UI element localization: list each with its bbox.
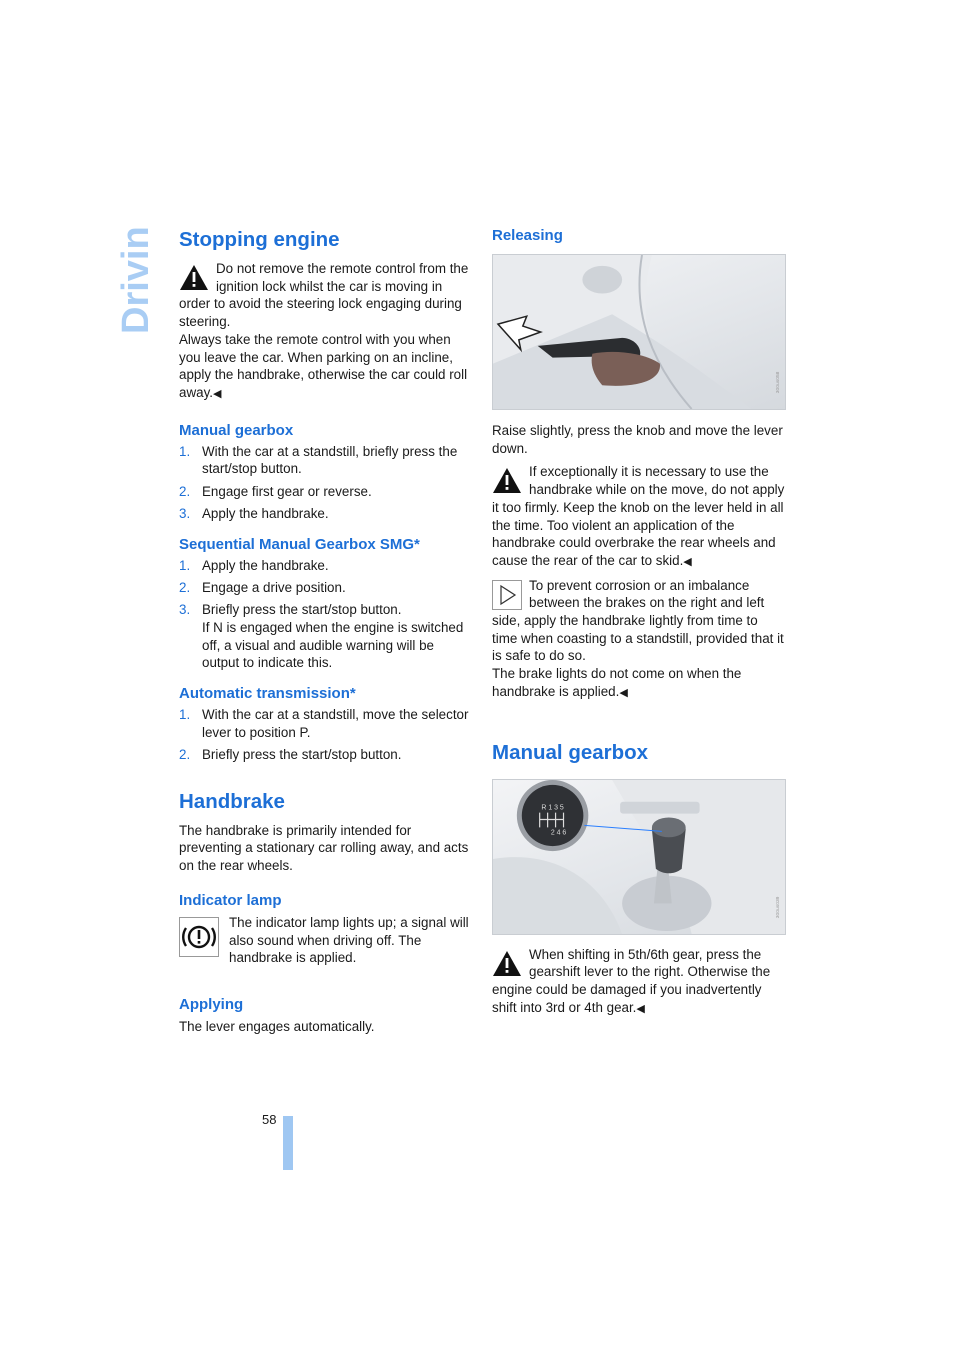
list-item: 1. Apply the handbrake. bbox=[179, 557, 329, 573]
heading-stopping-engine: Stopping engine bbox=[179, 228, 340, 251]
warning-note-remote: Do not remove the remote control from th… bbox=[179, 260, 471, 404]
warning-note-gearshift: When shifting in 5th/6th gear, press the… bbox=[492, 946, 786, 1019]
list-item: 2. Engage a drive position. bbox=[179, 579, 346, 595]
chapter-tab-label: Driving bbox=[115, 228, 156, 334]
heading-applying: Applying bbox=[179, 995, 244, 1013]
warning-triangle-icon bbox=[492, 466, 522, 497]
heading-manual-gearbox-right: Manual gearbox bbox=[492, 740, 649, 764]
note-text: To prevent corrosion or an imbalance bet… bbox=[492, 577, 784, 664]
indicator-lamp-note: The indicator lamp lights up; a signal w… bbox=[179, 914, 471, 967]
warning-note-handbrake: If exceptionally it is necessary to use … bbox=[492, 463, 786, 571]
note-text-cont: The brake lights do not come on when the… bbox=[492, 666, 742, 699]
list-item: 2. Engage first gear or reverse. bbox=[179, 483, 372, 499]
indicator-lamp-text: The indicator lamp lights up; a signal w… bbox=[229, 914, 469, 966]
warning-triangle-icon bbox=[179, 263, 209, 293]
right-column: Releasing 300us058 Raise slightly, press… bbox=[492, 226, 786, 1018]
svg-text:300us058: 300us058 bbox=[775, 371, 781, 393]
shift-pattern-bottom: 2 4 6 bbox=[551, 829, 567, 836]
list-item: 3. Apply the handbrake. bbox=[179, 505, 329, 521]
list-item: 3. Briefly press the start/stop button. If… bbox=[179, 602, 464, 671]
warning-text-cont: Always take the remote control with you … bbox=[179, 331, 468, 400]
heading-smg: Sequential Manual Gearbox SMG* bbox=[179, 535, 420, 553]
warning-text: When shifting in 5th/6th gear, press the… bbox=[492, 946, 771, 1015]
list-item: 1. With the car at a standstill, briefly … bbox=[179, 443, 458, 477]
warning-triangle-icon bbox=[492, 948, 522, 979]
heading-handbrake: Handbrake bbox=[179, 789, 285, 813]
list-item: 2. Briefly press the start/stop button. bbox=[179, 747, 402, 763]
automatic-steps: 1. With the car at a standstill, move the… bbox=[179, 706, 471, 764]
chapter-tab: Driving bbox=[108, 228, 156, 338]
applying-text: The lever engages automatically. bbox=[179, 1018, 375, 1034]
warning-text: If exceptionally it is necessary to use … bbox=[492, 464, 785, 568]
note-arrow-icon bbox=[492, 579, 522, 610]
manual-gearbox-steps: 1. With the car at a standstill, briefly … bbox=[179, 443, 471, 523]
warning-text: Do not remove the remote control from th… bbox=[179, 261, 469, 330]
brake-indicator-lamp-icon bbox=[179, 916, 219, 957]
gearshift-photo: R 1 3 5 2 4 6 300us039 bbox=[492, 778, 786, 935]
handbrake-photo: 300us058 bbox=[492, 254, 786, 410]
heading-indicator-lamp: Indicator lamp bbox=[179, 891, 282, 909]
heading-releasing: Releasing bbox=[492, 227, 563, 244]
heading-manual-gearbox: Manual gearbox bbox=[179, 421, 294, 439]
list-item: 1. With the car at a standstill, move the… bbox=[179, 707, 469, 740]
page-number: 58 bbox=[262, 1112, 277, 1127]
releasing-caption: Raise slightly, press the knob and move … bbox=[492, 423, 783, 456]
smg-steps: 1. Apply the handbrake. 2. Engage a drive … bbox=[179, 557, 471, 672]
note-corrosion: To prevent corrosion or an imbalance bet… bbox=[492, 577, 786, 703]
shift-pattern-top: R 1 3 5 bbox=[541, 804, 564, 811]
smg-step-extra: If N is engaged when the engine is switc… bbox=[202, 619, 464, 671]
heading-automatic-transmission: Automatic transmission* bbox=[179, 685, 356, 703]
page-marker-bar bbox=[283, 1116, 293, 1170]
left-column: Stopping engine Do not remove the remote… bbox=[179, 226, 471, 1036]
svg-text:300us039: 300us039 bbox=[775, 896, 781, 918]
handbrake-intro: The handbrake is primarily intended for … bbox=[179, 822, 469, 874]
